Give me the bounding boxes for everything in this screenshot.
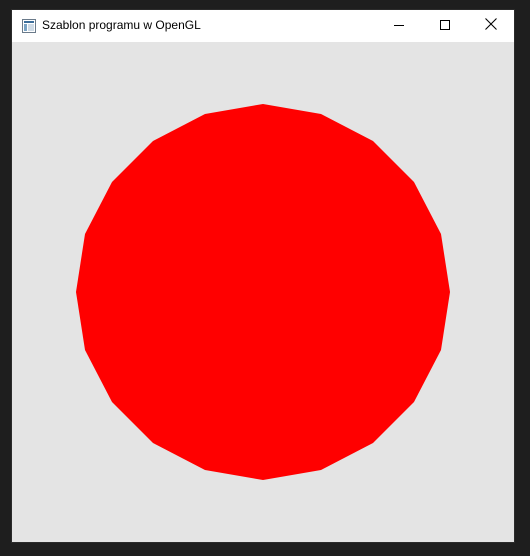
opengl-window-icon (22, 19, 36, 33)
maximize-icon (440, 17, 450, 35)
red-polygon (76, 104, 450, 480)
minimize-button[interactable] (376, 10, 422, 42)
window-title: Szablon programu w OpenGL (42, 18, 201, 32)
opengl-canvas[interactable] (12, 42, 514, 542)
app-window: Szablon programu w OpenGL (12, 10, 514, 542)
title-bar[interactable]: Szablon programu w OpenGL (12, 10, 514, 42)
minimize-icon (394, 17, 404, 35)
close-icon (485, 17, 497, 35)
maximize-button[interactable] (422, 10, 468, 42)
close-button[interactable] (468, 10, 514, 42)
scene-svg (76, 104, 450, 480)
